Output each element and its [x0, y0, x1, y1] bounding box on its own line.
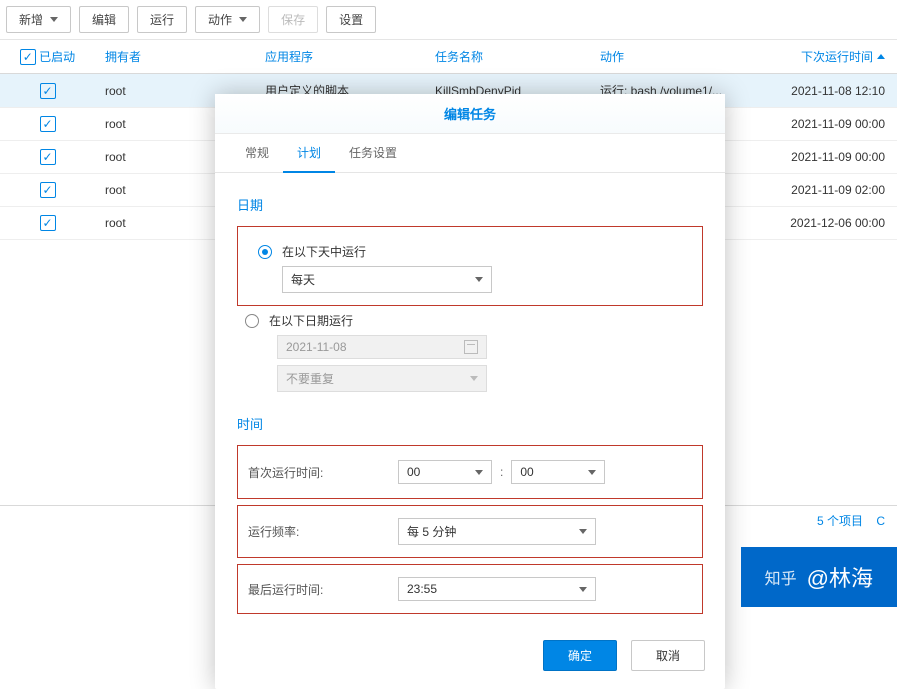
last-run-label: 最后运行时间:: [248, 581, 398, 598]
col-owner[interactable]: 拥有者: [95, 40, 255, 73]
select-daily-value: 每天: [291, 271, 315, 288]
actions-label: 动作: [208, 11, 232, 28]
row-checkbox[interactable]: ✓: [40, 83, 56, 99]
date-input: 2021-11-08: [277, 335, 487, 359]
select-run-frequency[interactable]: 每 5 分钟: [398, 518, 596, 545]
cell-next: 2021-11-09 00:00: [770, 142, 895, 172]
dialog-footer: 确定 取消: [215, 628, 725, 689]
edit-task-dialog: 编辑任务 常规 计划 任务设置 日期 在以下天中运行 每天 在以下日期运行 20…: [215, 94, 725, 689]
header-checkbox[interactable]: ✓: [20, 49, 36, 65]
watermark-author: @林海: [807, 561, 873, 593]
highlight-frequency: 运行频率: 每 5 分钟: [237, 505, 703, 558]
dialog-body: 日期 在以下天中运行 每天 在以下日期运行 2021-11-08 不要重复: [215, 173, 725, 628]
select-last-run[interactable]: 23:55: [398, 577, 596, 601]
actions-button[interactable]: 动作: [195, 6, 260, 33]
cancel-button[interactable]: 取消: [631, 640, 705, 671]
select-hour[interactable]: 00: [398, 460, 492, 484]
chevron-down-icon: [470, 376, 478, 381]
cell-next: 2021-11-09 00:00: [770, 109, 895, 139]
add-button[interactable]: 新增: [6, 6, 71, 33]
col-enabled-label: 已启动: [39, 48, 75, 65]
caret-icon: [50, 17, 58, 22]
minute-value: 00: [520, 465, 533, 479]
radio-run-days[interactable]: [258, 245, 272, 259]
watermark: 知乎 @林海: [741, 547, 897, 607]
sort-asc-icon: [877, 54, 885, 59]
row-checkbox[interactable]: ✓: [40, 149, 56, 165]
select-repeat: 不要重复: [277, 365, 487, 392]
cell-next: 2021-11-08 12:10: [770, 76, 895, 106]
radio-run-days-label: 在以下天中运行: [282, 243, 366, 260]
tab-schedule[interactable]: 计划: [283, 134, 335, 173]
toolbar: 新增 编辑 运行 动作 保存 设置: [0, 0, 897, 40]
cell-next: 2021-11-09 02:00: [770, 175, 895, 205]
select-repeat-value: 不要重复: [286, 370, 334, 387]
tab-task-settings[interactable]: 任务设置: [335, 134, 411, 172]
dialog-title: 编辑任务: [215, 94, 725, 134]
calendar-icon: [464, 340, 478, 354]
date-section-title: 日期: [237, 195, 703, 214]
highlight-last-run: 最后运行时间: 23:55: [237, 564, 703, 614]
edit-button[interactable]: 编辑: [79, 6, 129, 33]
highlight-first-run: 首次运行时间: 00 : 00: [237, 445, 703, 499]
row-checkbox[interactable]: ✓: [40, 215, 56, 231]
hour-value: 00: [407, 465, 420, 479]
frequency-label: 运行频率:: [248, 523, 398, 540]
time-section-title: 时间: [237, 414, 703, 433]
radio-run-date[interactable]: [245, 314, 259, 328]
item-count: 5 个项目: [817, 514, 863, 528]
tab-general[interactable]: 常规: [231, 134, 283, 172]
chevron-down-icon: [588, 470, 596, 475]
radio-run-date-label: 在以下日期运行: [269, 312, 353, 329]
settings-button[interactable]: 设置: [326, 6, 376, 33]
chevron-down-icon: [475, 470, 483, 475]
time-colon: :: [492, 465, 511, 479]
last-run-value: 23:55: [407, 582, 437, 596]
save-button: 保存: [268, 6, 318, 33]
col-next[interactable]: 下次运行时间: [770, 40, 895, 73]
frequency-value: 每 5 分钟: [407, 523, 456, 540]
chevron-down-icon: [475, 277, 483, 282]
chevron-down-icon: [579, 587, 587, 592]
caret-icon: [239, 17, 247, 22]
run-button[interactable]: 运行: [137, 6, 187, 33]
select-minute[interactable]: 00: [511, 460, 605, 484]
table-header: ✓ 已启动 拥有者 应用程序 任务名称 动作 下次运行时间: [0, 40, 897, 74]
first-run-label: 首次运行时间:: [248, 464, 398, 481]
select-frequency-days[interactable]: 每天: [282, 266, 492, 293]
tabs: 常规 计划 任务设置: [215, 134, 725, 173]
row-checkbox[interactable]: ✓: [40, 182, 56, 198]
row-checkbox[interactable]: ✓: [40, 116, 56, 132]
add-label: 新增: [19, 11, 43, 28]
col-next-label: 下次运行时间: [801, 48, 873, 65]
cell-next: 2021-12-06 00:00: [770, 208, 895, 238]
date-value: 2021-11-08: [286, 340, 347, 354]
col-enabled[interactable]: ✓ 已启动: [0, 40, 95, 73]
col-app[interactable]: 应用程序: [255, 40, 425, 73]
col-task[interactable]: 任务名称: [425, 40, 590, 73]
zhihu-logo: 知乎: [765, 565, 797, 589]
ok-button[interactable]: 确定: [543, 640, 617, 671]
col-action[interactable]: 动作: [590, 40, 770, 73]
refresh-icon[interactable]: C: [876, 514, 885, 528]
highlight-run-days: 在以下天中运行 每天: [237, 226, 703, 306]
chevron-down-icon: [579, 529, 587, 534]
